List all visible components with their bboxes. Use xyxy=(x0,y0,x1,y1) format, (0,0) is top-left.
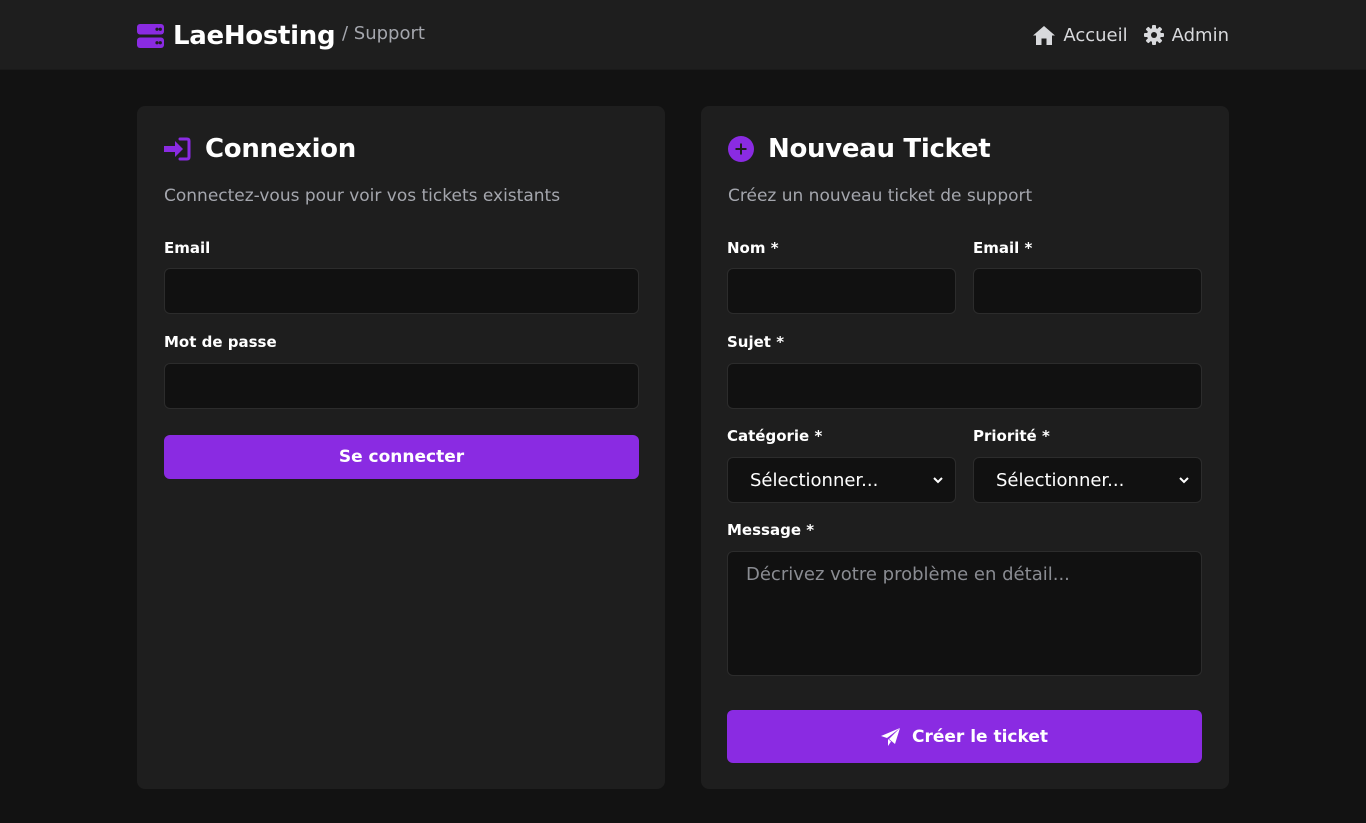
ticket-category-label: Catégorie * xyxy=(727,427,823,445)
ticket-subject-field[interactable] xyxy=(727,363,1202,409)
chevron-down-icon xyxy=(1179,476,1189,483)
brand[interactable]: LaeHosting xyxy=(137,20,336,52)
ticket-priority-label: Priorité * xyxy=(973,427,1050,445)
nav-link-accueil[interactable]: Accueil xyxy=(1033,24,1128,46)
ticket-title: Nouveau Ticket xyxy=(728,133,991,165)
login-email-label: Email xyxy=(164,239,211,257)
server-icon xyxy=(137,24,164,48)
ticket-message-label: Message * xyxy=(727,521,815,539)
paper-plane-icon xyxy=(880,727,900,746)
sign-in-icon xyxy=(164,137,191,161)
ticket-subject-label: Sujet * xyxy=(727,333,785,351)
ticket-name-field[interactable] xyxy=(727,268,956,314)
nav-links: Accueil Admin xyxy=(1017,22,1229,48)
nav-label-admin: Admin xyxy=(1171,24,1229,46)
login-submit-label: Se connecter xyxy=(338,447,465,467)
ticket-category-value: Sélectionner... xyxy=(750,469,879,491)
ticket-category-select[interactable]: Sélectionner... xyxy=(727,457,956,503)
ticket-priority-value: Sélectionner... xyxy=(996,469,1125,491)
login-submit-button[interactable]: Se connecter xyxy=(164,435,639,479)
brand-name: LaeHosting xyxy=(173,21,336,51)
login-card: Connexion Connectez-vous pour voir vos t… xyxy=(137,106,665,789)
gear-icon xyxy=(1143,25,1164,45)
login-subtitle: Connectez-vous pour voir vos tickets exi… xyxy=(164,186,561,206)
login-password-field[interactable] xyxy=(164,363,639,409)
new-ticket-card: Nouveau Ticket Créez un nouveau ticket d… xyxy=(701,106,1229,789)
ticket-subtitle: Créez un nouveau ticket de support xyxy=(728,186,1033,206)
ticket-priority-select[interactable]: Sélectionner... xyxy=(973,457,1202,503)
ticket-name-label: Nom * xyxy=(727,239,779,257)
ticket-title-text: Nouveau Ticket xyxy=(768,134,991,164)
create-ticket-button[interactable]: Créer le ticket xyxy=(727,710,1202,763)
login-email-field[interactable] xyxy=(164,268,639,314)
nav-link-admin[interactable]: Admin xyxy=(1143,24,1229,46)
nav-label-accueil: Accueil xyxy=(1063,24,1128,46)
ticket-email-label: Email * xyxy=(973,239,1033,257)
login-title: Connexion xyxy=(164,133,356,165)
chevron-down-icon xyxy=(933,476,943,483)
create-ticket-label: Créer le ticket xyxy=(911,726,1049,747)
plus-circle-icon xyxy=(728,136,754,162)
home-icon xyxy=(1033,25,1056,45)
ticket-message-textarea[interactable] xyxy=(727,551,1202,676)
breadcrumb: / Support xyxy=(342,23,425,44)
login-password-label: Mot de passe xyxy=(164,333,277,351)
ticket-email-field[interactable] xyxy=(973,268,1202,314)
top-navbar: LaeHosting / Support Accueil Admin xyxy=(0,0,1366,70)
login-title-text: Connexion xyxy=(205,134,356,164)
